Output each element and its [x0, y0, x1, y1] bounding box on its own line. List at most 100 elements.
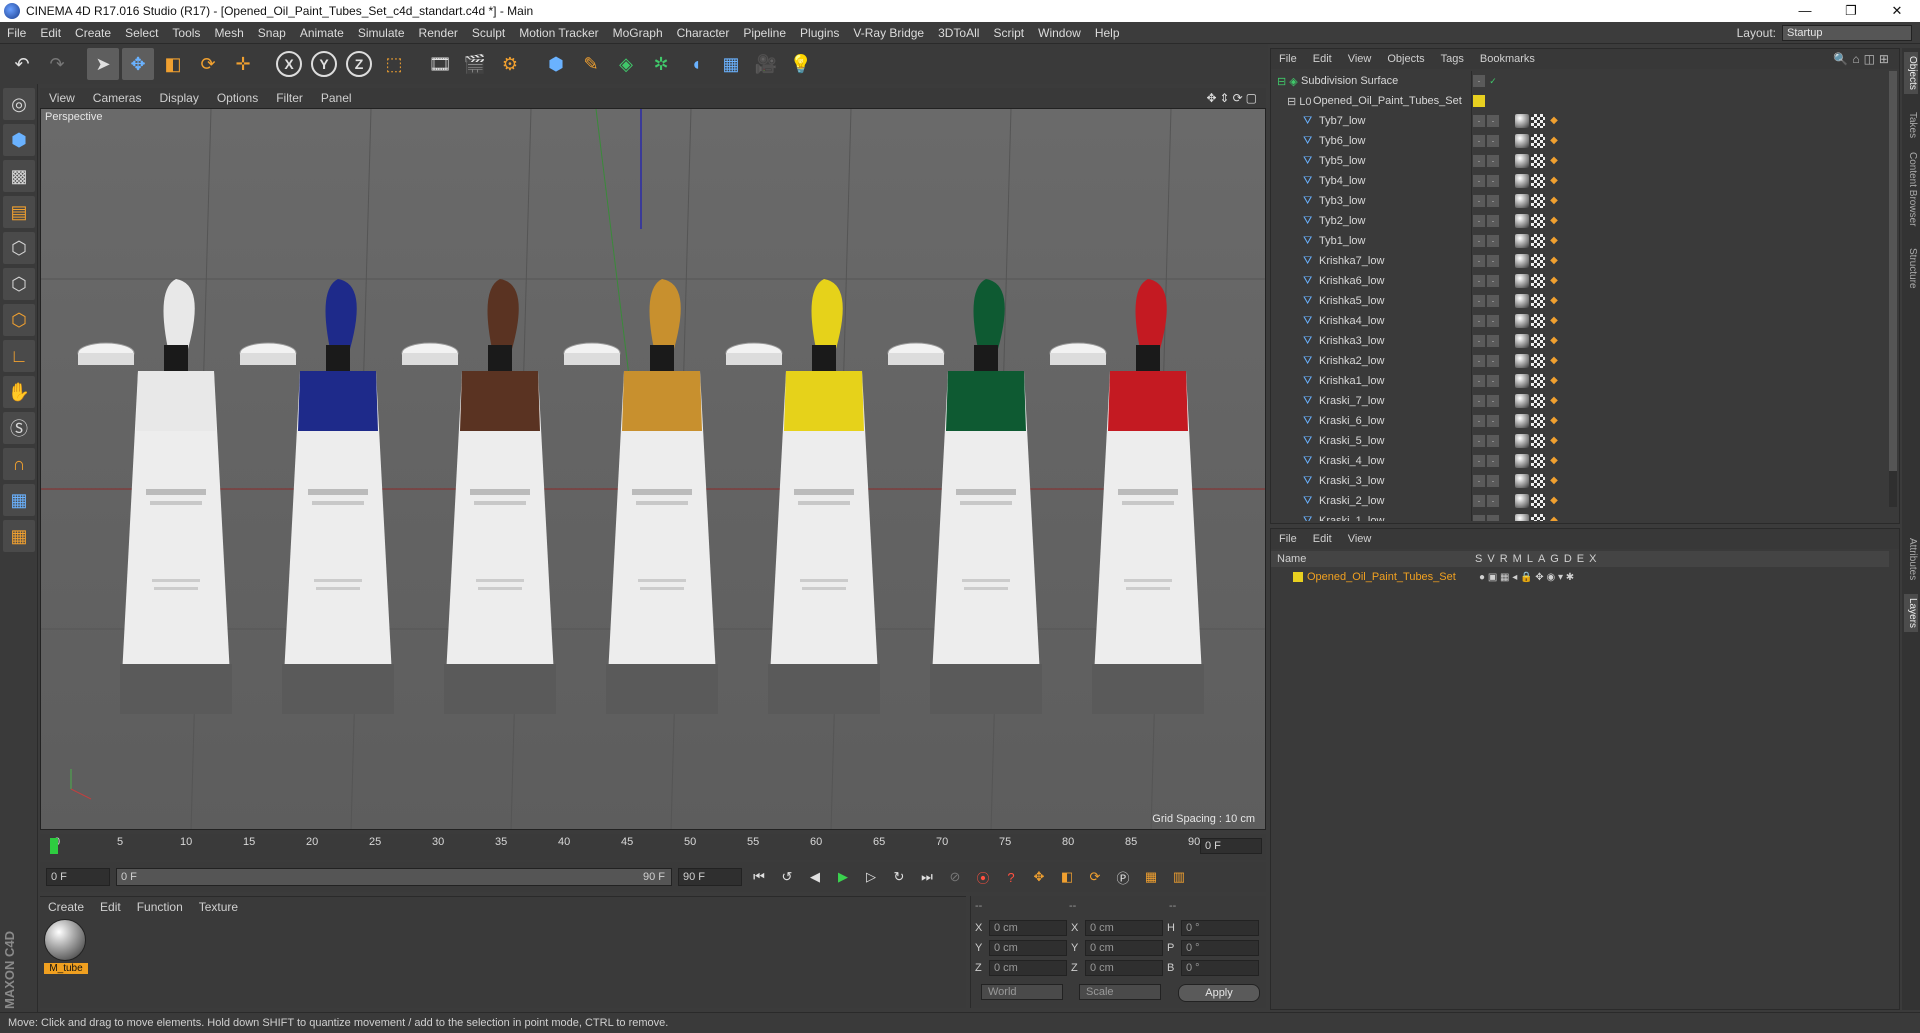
render-flag[interactable]: · — [1487, 115, 1499, 127]
tree-row-child[interactable]: ⛛ Kraski_3_low · · ◆ — [1271, 471, 1889, 491]
move-tool-icon[interactable]: ✥ — [122, 48, 154, 80]
snap-toggle-icon[interactable]: Ⓢ — [3, 412, 35, 444]
viewport-menu-display[interactable]: Display — [150, 91, 207, 105]
uvw-tag-icon[interactable] — [1531, 114, 1545, 128]
live-selection-icon[interactable]: ✛ — [227, 48, 259, 80]
layers-menu-file[interactable]: File — [1271, 533, 1305, 545]
rot-b-field[interactable]: 0 ° — [1181, 960, 1259, 976]
render-flag[interactable]: · — [1487, 315, 1499, 327]
render-flag[interactable]: · — [1487, 455, 1499, 467]
material-swatch[interactable]: M_tube — [44, 919, 88, 975]
viewport-menu-panel[interactable]: Panel — [312, 91, 361, 105]
phong-tag-icon[interactable]: ◆ — [1547, 234, 1561, 248]
menu-tools[interactable]: Tools — [165, 26, 207, 40]
coordinate-system-icon[interactable]: ⬚ — [378, 48, 410, 80]
visibility-flag[interactable]: · — [1473, 75, 1485, 87]
polygons-mode-icon[interactable]: ⬡ — [3, 304, 35, 336]
material-tag-icon[interactable] — [1515, 314, 1529, 328]
undo-icon[interactable]: ↶ — [6, 48, 38, 80]
uvw-tag-icon[interactable] — [1531, 154, 1545, 168]
phong-tag-icon[interactable]: ◆ — [1547, 374, 1561, 388]
render-flag[interactable]: · — [1487, 235, 1499, 247]
render-flag[interactable]: · — [1487, 155, 1499, 167]
material-tag-icon[interactable] — [1515, 274, 1529, 288]
workplane-lock-icon[interactable]: ▦ — [3, 484, 35, 516]
parameter-key-icon[interactable]: Ⓟ — [1112, 866, 1134, 888]
render-flag[interactable]: · — [1487, 395, 1499, 407]
tree-row-child[interactable]: ⛛ Kraski_7_low · · ◆ — [1271, 391, 1889, 411]
render-flag[interactable]: · — [1487, 375, 1499, 387]
grid-snap-icon[interactable]: ▦ — [3, 520, 35, 552]
model-mode-icon[interactable]: ⬢ — [3, 124, 35, 156]
phong-tag-icon[interactable]: ◆ — [1547, 494, 1561, 508]
start-frame-field[interactable]: 0 F — [46, 868, 110, 886]
scale-tool-icon[interactable]: ◧ — [157, 48, 189, 80]
tree-row-child[interactable]: ⛛ Tyb7_low · · ◆ — [1271, 111, 1889, 131]
menu-select[interactable]: Select — [118, 26, 165, 40]
menu-mograph[interactable]: MoGraph — [606, 26, 670, 40]
uvw-tag-icon[interactable] — [1531, 474, 1545, 488]
render-flag[interactable]: · — [1487, 135, 1499, 147]
phong-tag-icon[interactable]: ◆ — [1547, 174, 1561, 188]
subdivision-generator-icon[interactable]: ◈ — [610, 48, 642, 80]
visibility-flag[interactable]: · — [1473, 375, 1485, 387]
tree-row-child[interactable]: ⛛ Krishka6_low · · ◆ — [1271, 271, 1889, 291]
uvw-tag-icon[interactable] — [1531, 134, 1545, 148]
floor-environment-icon[interactable]: ▦ — [715, 48, 747, 80]
viewport-menu-view[interactable]: View — [40, 91, 84, 105]
material-tag-icon[interactable] — [1515, 514, 1529, 521]
visibility-flag[interactable]: · — [1473, 475, 1485, 487]
uvw-tag-icon[interactable] — [1531, 374, 1545, 388]
menu-render[interactable]: Render — [412, 26, 465, 40]
render-flag[interactable]: · — [1487, 275, 1499, 287]
render-view-icon[interactable]: 🎞 — [424, 48, 456, 80]
coordinate-mode-dropdown[interactable]: World — [981, 984, 1063, 1000]
uvw-tag-icon[interactable] — [1531, 254, 1545, 268]
phong-tag-icon[interactable]: ◆ — [1547, 154, 1561, 168]
layer-row[interactable]: Opened_Oil_Paint_Tubes_Set ● ▣ ▦ ◂ 🔒 ✥ ◉… — [1271, 569, 1889, 585]
phong-tag-icon[interactable]: ◆ — [1547, 334, 1561, 348]
uvw-tag-icon[interactable] — [1531, 434, 1545, 448]
tree-row-child[interactable]: ⛛ Krishka2_low · · ◆ — [1271, 351, 1889, 371]
next-keyframe-icon[interactable]: ↻ — [888, 866, 910, 888]
viewport-menu-cameras[interactable]: Cameras — [84, 91, 151, 105]
previous-keyframe-icon[interactable]: ↺ — [776, 866, 798, 888]
magnet-icon[interactable]: ∩ — [3, 448, 35, 480]
rot-h-field[interactable]: 0 ° — [1181, 920, 1259, 936]
menu-vray-bridge[interactable]: V-Ray Bridge — [846, 26, 931, 40]
visibility-flag[interactable]: · — [1473, 315, 1485, 327]
tree-row-child[interactable]: ⛛ Kraski_4_low · · ◆ — [1271, 451, 1889, 471]
axis-mode-icon[interactable]: ∟ — [3, 340, 35, 372]
visibility-flag[interactable]: · — [1473, 435, 1485, 447]
workplane-mode-icon[interactable]: ▤ — [3, 196, 35, 228]
objects-menu-tags[interactable]: Tags — [1433, 53, 1472, 65]
timeline-ruler[interactable]: 051015202530354045505560657075808590 — [50, 836, 1200, 858]
render-flag[interactable]: · — [1487, 195, 1499, 207]
tab-content-browser[interactable]: Content Browser — [1904, 148, 1918, 230]
maximize-button[interactable]: ❐ — [1828, 3, 1874, 19]
material-tag-icon[interactable] — [1515, 174, 1529, 188]
material-tag-icon[interactable] — [1515, 294, 1529, 308]
material-tag-icon[interactable] — [1515, 454, 1529, 468]
position-key-icon[interactable]: ✥ — [1028, 866, 1050, 888]
material-tag-icon[interactable] — [1515, 394, 1529, 408]
apply-button[interactable]: Apply — [1178, 984, 1260, 1002]
visibility-flag[interactable]: · — [1473, 335, 1485, 347]
record-keys-icon[interactable]: ⊘ — [944, 866, 966, 888]
material-tag-icon[interactable] — [1515, 414, 1529, 428]
material-menu-function[interactable]: Function — [129, 900, 191, 914]
render-flag[interactable]: · — [1487, 415, 1499, 427]
size-y-field[interactable]: 0 cm — [1085, 940, 1163, 956]
cube-primitive-icon[interactable]: ⬢ — [540, 48, 572, 80]
phong-tag-icon[interactable]: ◆ — [1547, 194, 1561, 208]
visibility-flag[interactable]: · — [1473, 235, 1485, 247]
tab-takes[interactable]: Takes — [1904, 108, 1918, 142]
visibility-flag[interactable]: · — [1473, 175, 1485, 187]
render-flag[interactable]: · — [1487, 515, 1499, 521]
uvw-tag-icon[interactable] — [1531, 394, 1545, 408]
tree-row-child[interactable]: ⛛ Krishka5_low · · ◆ — [1271, 291, 1889, 311]
step-back-icon[interactable]: ◀ — [804, 866, 826, 888]
render-flag[interactable]: · — [1487, 215, 1499, 227]
tree-row-child[interactable]: ⛛ Krishka4_low · · ◆ — [1271, 311, 1889, 331]
phong-tag-icon[interactable]: ◆ — [1547, 254, 1561, 268]
